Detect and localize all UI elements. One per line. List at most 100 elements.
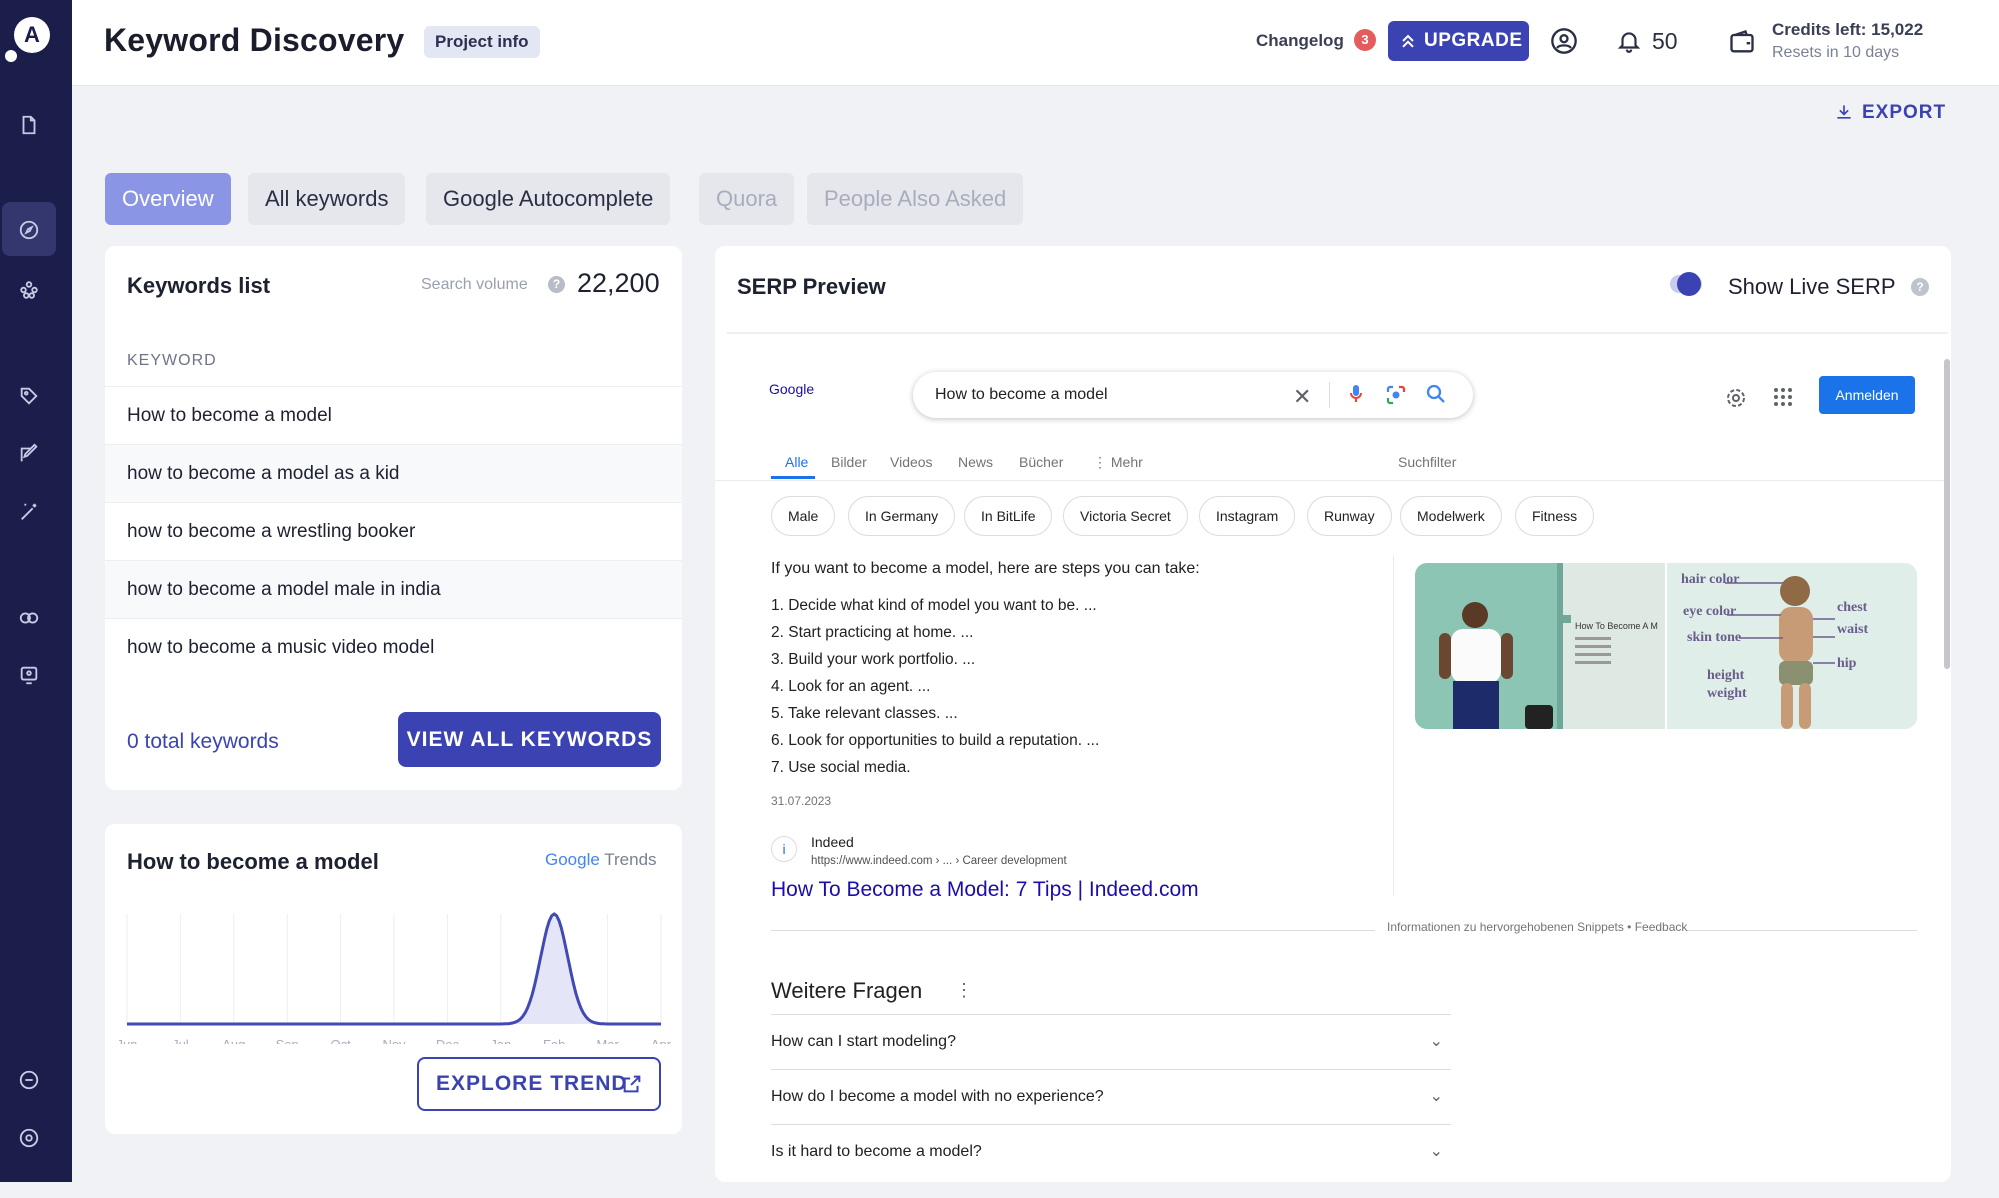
filter-chip[interactable]: Fitness <box>1515 496 1595 536</box>
divider <box>771 930 1917 931</box>
logo-dot <box>5 50 17 62</box>
document-icon[interactable] <box>15 111 43 139</box>
help-icon[interactable]: ? <box>1911 278 1929 296</box>
sidebar: A <box>0 0 72 1182</box>
explore-trend-button[interactable]: EXPLORE TREND <box>417 1057 661 1111</box>
lens-icon[interactable] <box>1385 384 1407 406</box>
tab-people-also-asked[interactable]: People Also Asked <box>807 173 1024 225</box>
filter-chip[interactable]: In BitLife <box>964 496 1053 536</box>
filter-chip[interactable]: Runway <box>1307 496 1392 536</box>
question-row[interactable]: How do I become a model with no experien… <box>771 1069 1451 1123</box>
measure-label: hair color <box>1681 572 1739 587</box>
keyword-row[interactable]: how to become a wrestling booker <box>105 502 682 560</box>
measure-label: hip <box>1837 656 1857 671</box>
google-tab-all[interactable]: Alle <box>785 454 808 470</box>
scrollbar[interactable] <box>1944 359 1950 669</box>
keyword-row[interactable]: how to become a model male in india <box>105 560 682 618</box>
export-button[interactable]: EXPORT <box>1834 102 1946 124</box>
source-favicon-icon: i <box>771 836 797 862</box>
filter-chip[interactable]: Modelwerk <box>1400 496 1502 536</box>
keyword-row[interactable]: how to become a music video model <box>105 618 682 676</box>
search-icon[interactable] <box>1426 384 1446 404</box>
snippet-step: 6. Look for opportunities to build a rep… <box>771 732 1100 749</box>
filter-chip[interactable]: Instagram <box>1199 496 1296 536</box>
trend-title: How to become a model <box>127 849 379 874</box>
snippet-info-feedback[interactable]: Informationen zu hervorgehobenen Snippet… <box>1375 920 1688 934</box>
chat-icon[interactable] <box>15 1066 43 1094</box>
month-tick-label: Aug <box>222 1037 245 1044</box>
tag-icon[interactable] <box>15 382 43 410</box>
user-icon[interactable] <box>1550 27 1578 55</box>
divider <box>727 332 1948 334</box>
filter-chip[interactable]: Male <box>771 496 836 536</box>
question-row[interactable]: How can I start modeling? ⌄ <box>771 1014 1451 1068</box>
top-bar: Keyword Discovery Project info Changelog… <box>72 0 1999 86</box>
snippet-step: 2. Start practicing at home. ... <box>771 624 974 641</box>
clear-icon[interactable]: ✕ <box>1293 384 1311 410</box>
tab-google-autocomplete[interactable]: Google Autocomplete <box>426 173 671 225</box>
month-tick-label: Oct <box>330 1037 351 1044</box>
source-url: https://www.indeed.com › ... › Career de… <box>811 855 1067 867</box>
measure-label: chest <box>1837 600 1868 615</box>
credits-reset: Resets in 10 days <box>1772 44 1900 61</box>
search-volume-value: 22,200 <box>577 268 660 298</box>
month-tick-label: Jan <box>490 1037 511 1044</box>
chevron-down-icon: ⌄ <box>1429 1033 1443 1050</box>
google-tools[interactable]: Suchfilter <box>1398 454 1456 470</box>
snippet-step: 4. Look for an agent. ... <box>771 678 931 695</box>
serp-card: SERP Preview Show Live SERP ? Google How… <box>715 246 1951 1182</box>
chevron-down-icon: ⌄ <box>1429 1088 1443 1105</box>
explore-trend-label: EXPLORE TREND <box>436 1072 628 1095</box>
result-link[interactable]: How To Become a Model: 7 Tips | Indeed.c… <box>771 878 1199 902</box>
app-logo[interactable]: A <box>14 17 50 53</box>
view-all-keywords-button[interactable]: VIEW ALL KEYWORDS <box>398 712 661 767</box>
gear-icon[interactable] <box>1724 386 1748 410</box>
snippet-image-model[interactable]: How To Become A M <box>1415 563 1665 729</box>
page-title: Keyword Discovery <box>104 22 405 58</box>
mic-icon[interactable] <box>1349 384 1363 404</box>
keyword-column-header: KEYWORD <box>127 352 217 369</box>
trends-wordmark: Trends <box>604 850 657 869</box>
notification-count: 50 <box>1652 28 1678 54</box>
more-options-icon[interactable]: ⋮ <box>955 980 973 1001</box>
google-tab-more[interactable]: ⋮ Mehr <box>1093 454 1143 471</box>
google-trends-logo: Google Trends <box>545 850 657 870</box>
apps-grid-icon[interactable] <box>1772 386 1794 408</box>
question-row[interactable]: Is it hard to become a model? ⌄ <box>771 1124 1451 1178</box>
google-logo[interactable]: Google <box>769 381 814 397</box>
magic-wand-icon[interactable] <box>15 498 43 526</box>
upgrade-button[interactable]: UPGRADE <box>1388 21 1529 61</box>
monitor-icon[interactable] <box>15 661 43 689</box>
month-tick-label: Jul <box>172 1037 189 1044</box>
source-name: Indeed <box>811 834 854 850</box>
filter-chip[interactable]: Victoria Secret <box>1063 496 1188 536</box>
keyword-row[interactable]: how to become a model as a kid <box>105 444 682 502</box>
changelog-link[interactable]: Changelog <box>1256 31 1344 51</box>
tab-overview[interactable]: Overview <box>105 173 231 225</box>
bell-icon[interactable] <box>1616 28 1642 54</box>
sign-in-button[interactable]: Anmelden <box>1819 376 1915 414</box>
image-caption: How To Become A M <box>1575 621 1658 631</box>
month-tick-label: Feb <box>543 1037 565 1044</box>
tab-all-keywords[interactable]: All keywords <box>248 173 406 225</box>
changelog-badge: 3 <box>1354 29 1376 51</box>
project-info-button[interactable]: Project info <box>424 26 540 58</box>
snippet-image-measurements[interactable]: hair color eye color skin tone height we… <box>1667 563 1917 729</box>
edit-check-icon[interactable] <box>15 440 43 468</box>
settings-icon[interactable] <box>15 1124 43 1152</box>
google-tab-books[interactable]: Bücher <box>1019 454 1063 470</box>
filter-chip[interactable]: In Germany <box>848 496 956 536</box>
active-tab-indicator <box>771 476 815 479</box>
compass-icon[interactable] <box>15 216 43 244</box>
google-query: How to become a model <box>935 386 1108 403</box>
keyword-row[interactable]: How to become a model <box>105 386 682 444</box>
google-tab-images[interactable]: Bilder <box>831 454 867 470</box>
cluster-icon[interactable] <box>15 276 43 304</box>
tab-quora[interactable]: Quora <box>699 173 795 225</box>
google-tab-videos[interactable]: Videos <box>890 454 933 470</box>
month-tick-label: Apr <box>651 1037 672 1044</box>
help-icon[interactable]: ? <box>548 276 565 293</box>
google-tab-news[interactable]: News <box>958 454 993 470</box>
link-icon[interactable] <box>15 604 43 632</box>
google-search-box[interactable]: How to become a model ✕ <box>913 372 1473 418</box>
